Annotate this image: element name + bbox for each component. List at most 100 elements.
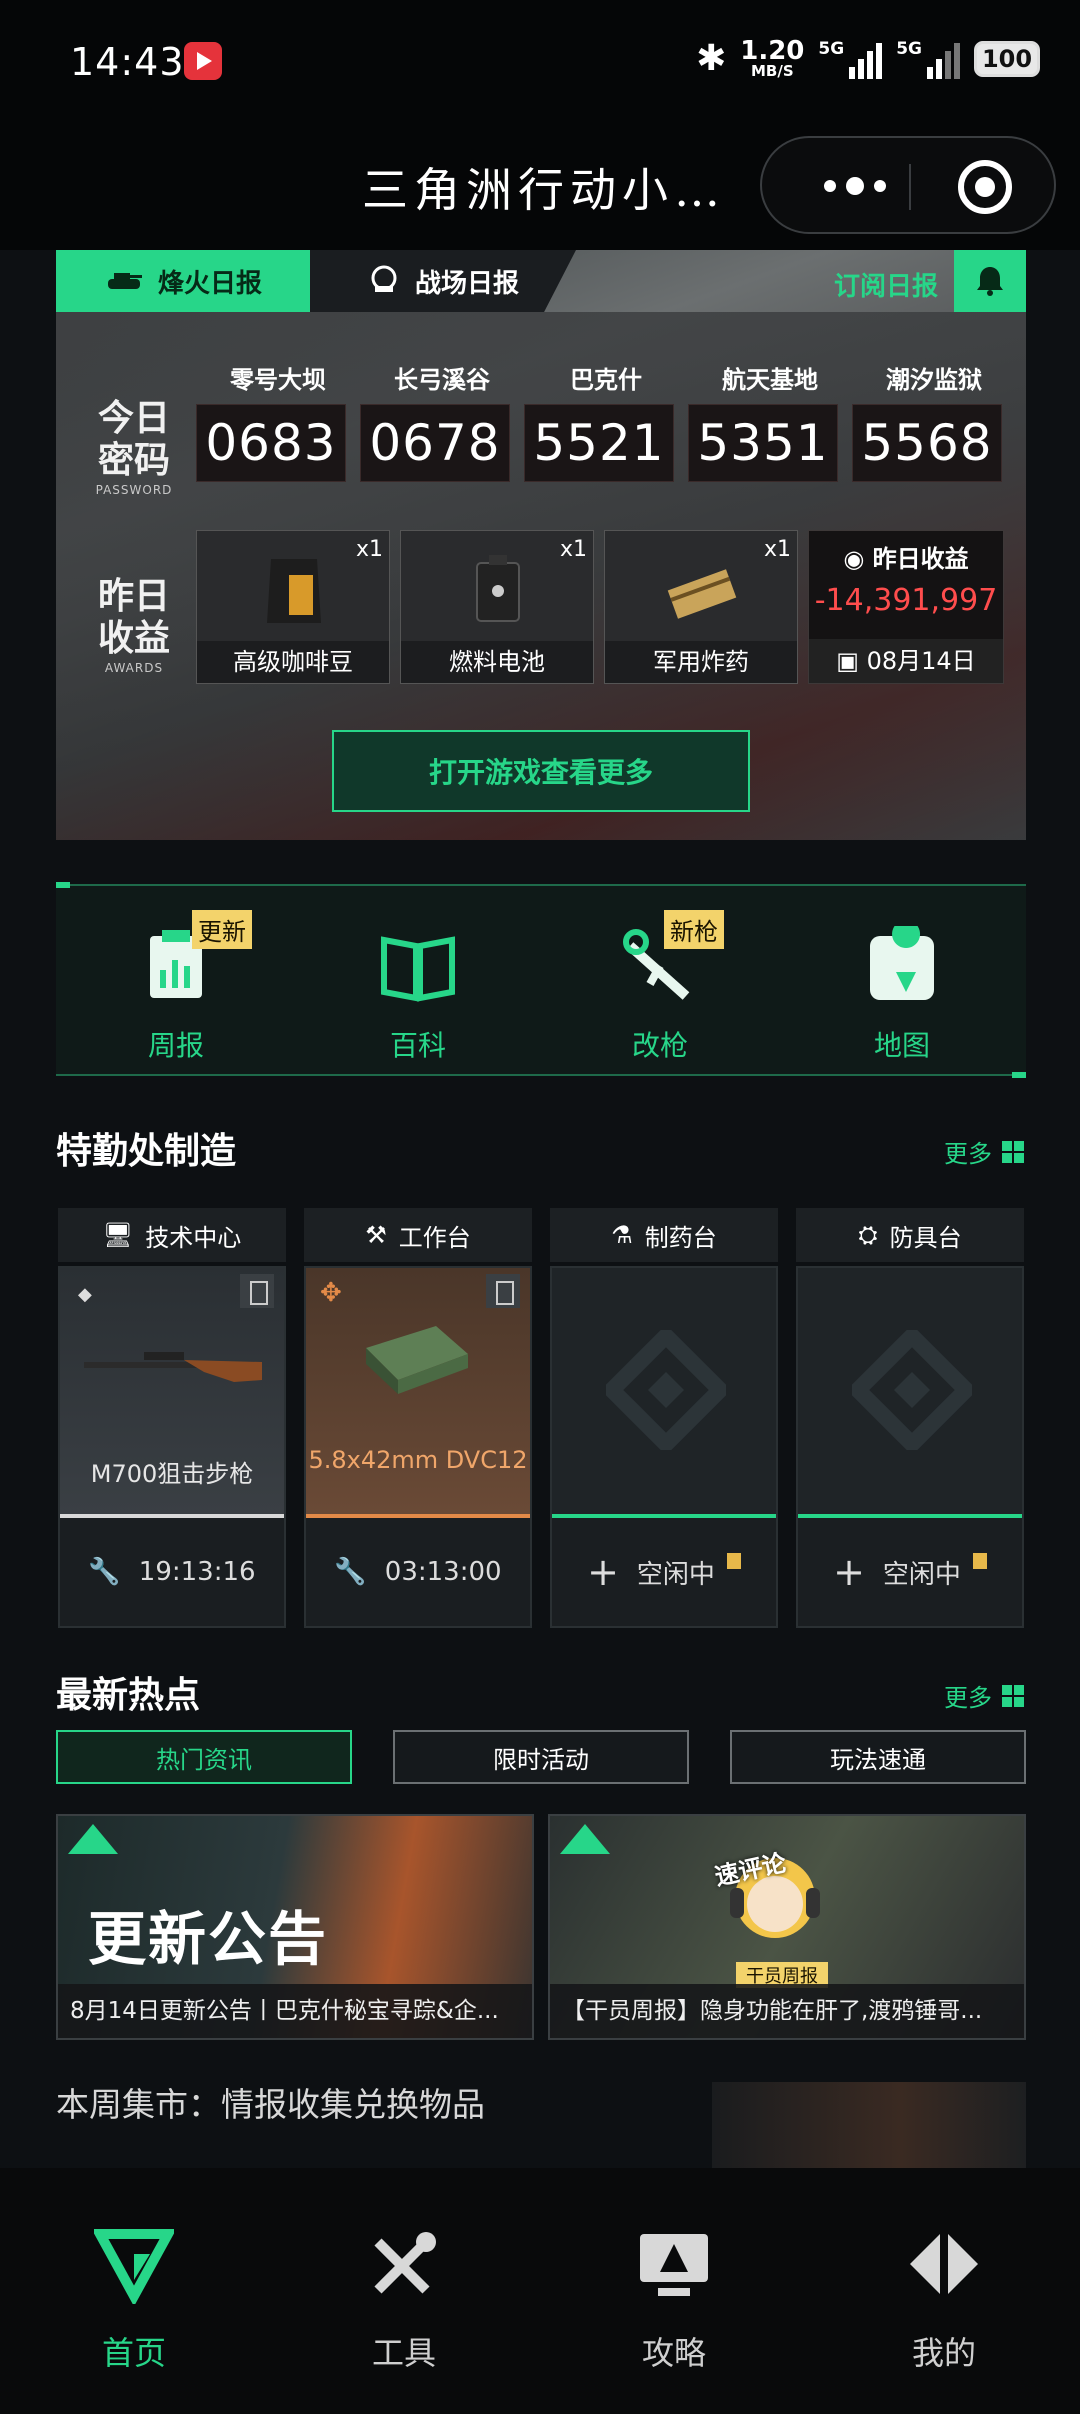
awards-label-line2: 收益 xyxy=(97,618,170,659)
station-name: 制药台 xyxy=(644,1223,717,1252)
status-indicators: ✱ 1.20 MB/S 5G 5G 100 xyxy=(696,38,1040,79)
password-code[interactable]: 0683 xyxy=(196,404,346,482)
tab-battlefield-report[interactable]: 战场日报 xyxy=(310,250,576,312)
nav-profile-label: 我的 xyxy=(911,2334,976,2372)
station-item-area xyxy=(798,1268,1022,1514)
warning-icon xyxy=(972,1553,987,1569)
password-code[interactable]: 5568 xyxy=(852,404,1002,482)
station-status: 🔧 19:13:16 xyxy=(60,1518,284,1626)
weekly-market-thumbnail[interactable] xyxy=(712,2082,1026,2168)
station-timer: 19:13:16 xyxy=(138,1557,256,1587)
station-head: ⚗ 制药台 xyxy=(550,1208,778,1262)
mini-program-title-bar: 三角洲行动小… xyxy=(0,130,1080,250)
explosive-icon xyxy=(667,569,737,619)
quick-wiki-label: 百科 xyxy=(389,1029,446,1062)
bell-icon[interactable] xyxy=(954,250,1026,312)
station-head: ⚒ 工作台 xyxy=(304,1208,532,1262)
grid-icon xyxy=(1002,1684,1024,1707)
signal-icon-2: 5G xyxy=(896,39,960,79)
tab-battlefield-label: 战场日报 xyxy=(414,268,519,299)
map-name: 航天基地 xyxy=(722,366,818,394)
news-tabs: 热门资讯 限时活动 玩法速通 xyxy=(56,1730,1026,1784)
quick-weekly-label: 周报 xyxy=(147,1029,204,1062)
station-timer: 03:13:00 xyxy=(384,1557,502,1587)
news-caption: 8月14日更新公告丨巴克什秘宝寻踪&企... xyxy=(58,1984,532,2038)
income-title: ◉ 昨日收益 xyxy=(809,539,1003,574)
password-code[interactable]: 5351 xyxy=(688,404,838,482)
awards-sub-label: AWARDS xyxy=(104,661,164,675)
status-bar: 14:43 ✱ 1.20 MB/S 5G 5G 100 xyxy=(0,0,1080,130)
awards-label-line1: 昨日 xyxy=(97,576,170,617)
station-item-area: ✥ 5.8x42mm DVC12 xyxy=(306,1268,530,1514)
station-pharmacy[interactable]: ⚗ 制药台 + 空闲中 xyxy=(550,1208,778,1628)
income-title-text: 昨日收益 xyxy=(872,545,969,573)
station-armor[interactable]: ⛭ 防具台 + 空闲中 xyxy=(796,1208,1024,1628)
document-icon[interactable] xyxy=(486,1274,520,1308)
subscribe-report-link[interactable]: 订阅日报 xyxy=(834,266,938,303)
quick-gunsmith[interactable]: 改枪 新枪 xyxy=(580,910,740,1064)
nav-home-label: 首页 xyxy=(101,2334,166,2372)
tools-icon xyxy=(374,2232,436,2294)
document-icon[interactable] xyxy=(240,1274,274,1308)
award-item: x1 高级咖啡豆 xyxy=(196,530,390,684)
station-workbench[interactable]: ⚒ 工作台 ✥ 5.8x42mm DVC12 🔧 03:13:00 xyxy=(304,1208,532,1628)
close-mini-program-icon[interactable] xyxy=(958,160,1012,214)
plus-icon: + xyxy=(587,1550,619,1594)
diamond-icon: ◆ xyxy=(78,1284,92,1305)
coin-icon: ◉ xyxy=(843,545,873,573)
tab-gameplay-guide[interactable]: 玩法速通 xyxy=(730,1730,1026,1784)
tab-beacon-report[interactable]: 烽火日报 xyxy=(56,250,310,312)
net-speed-unit: MB/S xyxy=(751,62,794,80)
password-code[interactable]: 5521 xyxy=(524,404,674,482)
clock: 14:43 xyxy=(70,40,185,84)
quick-wiki[interactable]: 百科 xyxy=(338,926,498,1064)
tab-limited-events[interactable]: 限时活动 xyxy=(393,1730,689,1784)
update-announcement-banner: 更新公告 xyxy=(88,1905,329,1973)
more-label: 更多 xyxy=(944,1684,992,1712)
weekly-market-text[interactable]: 本周集市：情报收集兑换物品 xyxy=(56,2078,485,2126)
news-title: 最新热点 xyxy=(56,1675,201,1716)
station-tech-center[interactable]: 🖥 技术中心 ◆ M700狙击步枪 🔧 19:13:16 xyxy=(58,1208,286,1628)
item-name: 军用炸药 xyxy=(605,641,797,683)
password-code[interactable]: 0678 xyxy=(360,404,510,482)
page-title: 三角洲行动小… xyxy=(362,163,726,217)
nav-guides[interactable]: 攻略 xyxy=(594,2224,754,2374)
nav-tools-label: 工具 xyxy=(371,2334,436,2372)
nav-home[interactable]: 首页 xyxy=(54,2224,214,2374)
open-game-button[interactable]: 打开游戏查看更多 xyxy=(332,730,750,812)
station-item-area xyxy=(552,1268,776,1514)
network-speed: 1.20 MB/S xyxy=(740,38,804,79)
empty-slot-logo-icon xyxy=(852,1330,972,1450)
map-names-row: 零号大坝 长弓溪谷 巴克什 航天基地 潮汐监狱 xyxy=(196,360,1016,395)
more-menu-icon[interactable] xyxy=(810,168,900,204)
sim1-type: 5G xyxy=(818,38,845,59)
tank-icon xyxy=(107,273,142,289)
tools-icon: ⚒ xyxy=(365,1221,387,1249)
flask-icon: ⚗ xyxy=(611,1221,633,1249)
game-logo-icon xyxy=(68,1824,118,1854)
update-badge: 更新 xyxy=(192,910,252,949)
station-item-name: M700狙击步枪 xyxy=(90,1460,254,1488)
quick-map[interactable]: 地图 xyxy=(822,920,982,1064)
workshop-more-link[interactable]: 更多 xyxy=(944,1134,1024,1169)
station-item-name: 5.8x42mm DVC12 xyxy=(308,1446,528,1474)
battery-icon: 100 xyxy=(974,40,1040,77)
news-card[interactable]: 更新公告 8月14日更新公告丨巴克什秘宝寻踪&企... xyxy=(56,1814,534,2040)
news-caption: 【干员周报】隐身功能在肝了,渡鸦锤哥... xyxy=(550,1984,1024,2038)
password-label-line1: 今日 xyxy=(97,398,170,439)
nav-profile[interactable]: 我的 xyxy=(864,2224,1024,2374)
workshop-title: 特勤处制造 xyxy=(56,1131,237,1172)
news-more-link[interactable]: 更多 xyxy=(944,1678,1024,1713)
bottom-nav: 首页 工具 攻略 我的 xyxy=(0,2168,1080,2414)
station-body: ◆ M700狙击步枪 🔧 19:13:16 xyxy=(58,1266,286,1628)
quick-weekly-report[interactable]: 周报 更新 xyxy=(96,910,256,1064)
map-name: 潮汐监狱 xyxy=(886,366,982,394)
news-card[interactable]: 速评论 干员周报 【干员周报】隐身功能在肝了,渡鸦锤哥... xyxy=(548,1814,1026,2040)
nav-tools[interactable]: 工具 xyxy=(324,2224,484,2374)
station-status: + 空闲中 xyxy=(552,1518,776,1626)
map-name: 长弓溪谷 xyxy=(394,366,490,394)
monitor-guide-icon xyxy=(640,2234,708,2296)
fuel-cell-icon xyxy=(476,555,520,622)
station-status: + 空闲中 xyxy=(798,1518,1022,1626)
tab-hot-news[interactable]: 热门资讯 xyxy=(56,1730,352,1784)
